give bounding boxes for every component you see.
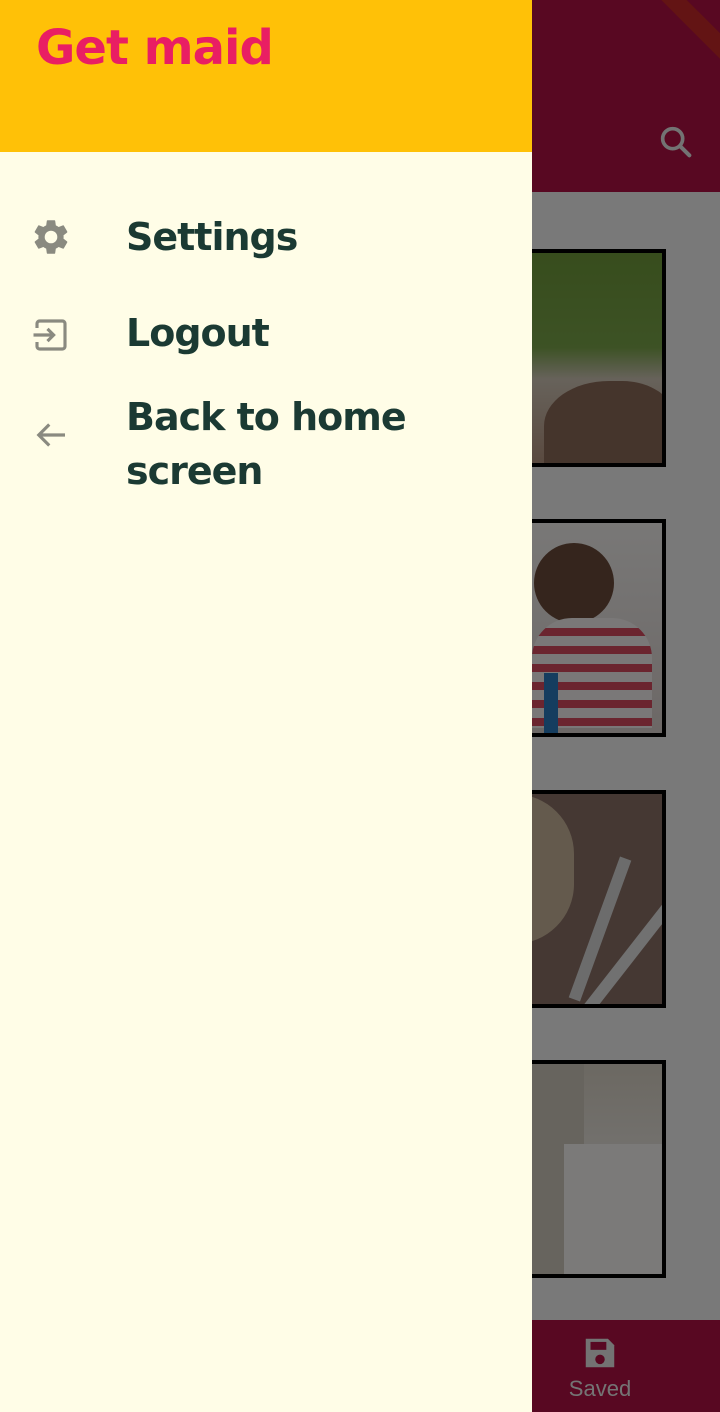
gear-icon	[30, 216, 72, 258]
drawer-header: Get maid	[0, 0, 532, 152]
menu-item-back-to-home[interactable]: Back to home screen	[0, 390, 532, 498]
arrow-back-icon	[30, 414, 72, 456]
menu-item-label: Logout	[126, 311, 270, 355]
drawer-title: Get maid	[36, 20, 274, 76]
logout-icon	[30, 314, 72, 356]
menu-item-label: Back to home screen	[126, 395, 407, 493]
menu-item-settings[interactable]: Settings	[0, 208, 532, 268]
menu-item-logout[interactable]: Logout	[0, 306, 532, 366]
screen: Saved Get maid Settings Logout	[0, 0, 720, 1412]
menu-item-label: Settings	[126, 215, 298, 259]
navigation-drawer: Get maid Settings Logout Back to home sc…	[0, 0, 532, 1412]
